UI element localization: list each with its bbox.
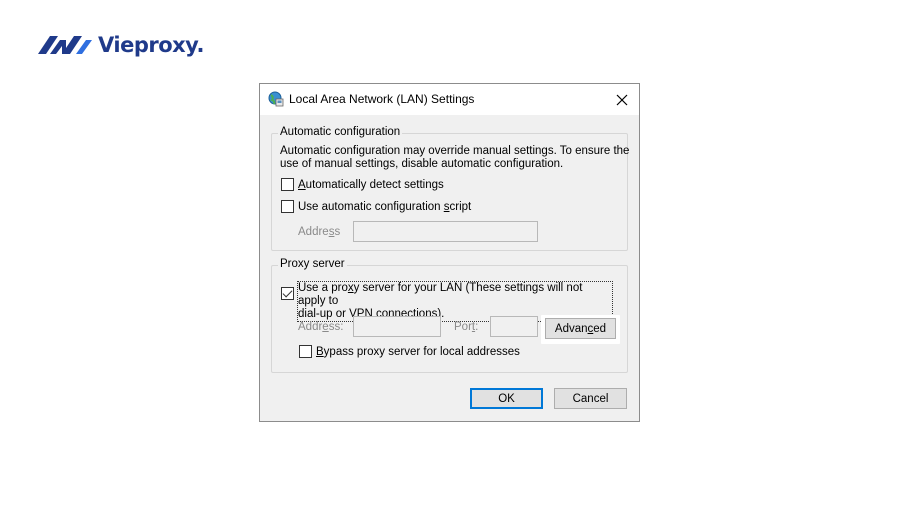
auto-detect-mnemonic: A xyxy=(298,178,306,191)
auto-detect-label: Automatically detect settings xyxy=(298,179,444,191)
proxy-server-group-title: Proxy server xyxy=(278,258,347,270)
network-globe-icon xyxy=(268,91,284,107)
close-icon xyxy=(616,94,628,105)
use-proxy-checkbox[interactable] xyxy=(281,287,294,300)
auto-address-label-rest: s xyxy=(334,226,341,238)
auto-config-description-line2: use of manual settings, disable automati… xyxy=(280,158,564,170)
logo-text: Vieproxy. xyxy=(98,33,204,57)
bypass-local-checkbox-row[interactable]: Bypass proxy server for local addresses xyxy=(299,345,520,358)
proxy-address-input[interactable] xyxy=(353,316,441,337)
proxy-address-label-pre: Addr xyxy=(298,321,323,333)
auto-detect-checkbox[interactable] xyxy=(281,178,294,191)
advanced-label-rest: ed xyxy=(593,322,607,335)
close-button[interactable] xyxy=(605,84,639,115)
bypass-local-label: Bypass proxy server for local addresses xyxy=(316,346,520,358)
proxy-port-label: Port: xyxy=(454,321,478,333)
bypass-local-checkbox[interactable] xyxy=(299,345,312,358)
proxy-address-label: Address: xyxy=(298,321,343,333)
auto-script-label-rest: cript xyxy=(449,200,472,213)
dialog-title: Local Area Network (LAN) Settings xyxy=(289,92,475,106)
vieproxy-logo-icon xyxy=(38,36,92,54)
auto-script-label: Use automatic configuration script xyxy=(298,201,471,213)
proxy-address-label-rest: ss: xyxy=(328,321,344,333)
bypass-local-label-rest: ypass proxy server for local addresses xyxy=(323,345,520,358)
advanced-button[interactable]: Advan c ed xyxy=(545,318,616,339)
auto-script-label-pre: Use automatic configuration xyxy=(298,200,444,213)
vieproxy-logo: Vieproxy. xyxy=(36,30,204,60)
auto-address-label: Address xyxy=(298,226,340,238)
auto-config-group-title: Automatic configuration xyxy=(278,126,403,138)
proxy-port-label-pre: Por xyxy=(454,321,472,333)
cancel-button[interactable]: Cancel xyxy=(554,388,627,409)
auto-address-label-pre: Addre xyxy=(298,226,329,238)
auto-script-checkbox-row[interactable]: Use automatic configuration script xyxy=(281,200,471,213)
proxy-port-label-rest: : xyxy=(475,321,479,333)
use-proxy-label-pre: Use a pro xyxy=(298,282,348,294)
auto-address-input[interactable] xyxy=(353,221,538,242)
lan-settings-dialog: Local Area Network (LAN) Settings Automa… xyxy=(259,83,640,422)
auto-detect-label-rest: utomatically detect settings xyxy=(305,178,444,191)
title-bar[interactable]: Local Area Network (LAN) Settings xyxy=(260,84,639,115)
proxy-port-input[interactable] xyxy=(490,316,538,337)
auto-config-description-line1: Automatic configuration may override man… xyxy=(280,145,630,157)
ok-button[interactable]: OK xyxy=(470,388,543,409)
auto-script-checkbox[interactable] xyxy=(281,200,294,213)
auto-config-description: Automatic configuration may override man… xyxy=(280,145,629,171)
auto-detect-checkbox-row[interactable]: Automatically detect settings xyxy=(281,178,444,191)
bypass-local-mnemonic: B xyxy=(316,345,324,358)
advanced-label-pre: Advan xyxy=(554,322,588,335)
